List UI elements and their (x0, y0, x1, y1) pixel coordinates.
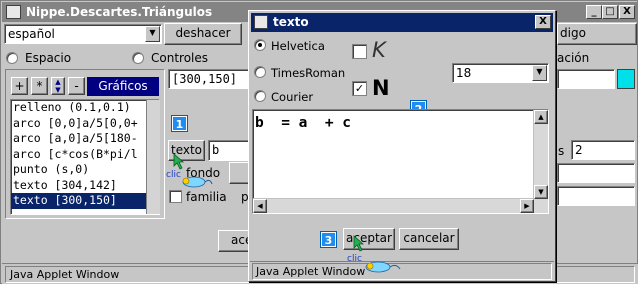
maximize-button[interactable]: □ (602, 5, 618, 19)
radio-courier[interactable] (254, 90, 266, 102)
list-item[interactable]: arco [a,0]a/5[180- (11, 131, 159, 147)
scroll-left-icon[interactable]: ◀ (253, 199, 267, 213)
color-swatch[interactable] (617, 69, 635, 89)
main-status-text: Java Applet Window (10, 268, 120, 281)
close-button[interactable]: X (619, 5, 635, 19)
familia-label: familia (186, 190, 227, 204)
dialog-coffee-icon (254, 15, 268, 29)
editor-hscrollbar[interactable]: ◀ ▶ (253, 198, 534, 213)
add-item-button[interactable]: + (11, 77, 28, 95)
right-label-partial: ación (557, 51, 590, 65)
radio-helvetica[interactable] (254, 39, 266, 51)
list-item-selected[interactable]: texto [300,150] (11, 193, 159, 209)
dialog-title: texto (273, 15, 309, 29)
click-caption: clic (347, 254, 362, 264)
familia-checkbox[interactable] (169, 190, 182, 203)
list-item[interactable]: texto [304,142] (11, 178, 159, 194)
radio-espacio-label: Espacio (25, 51, 72, 65)
editor-vscrollbar[interactable]: ▲ ▼ (533, 110, 548, 213)
cancel-button[interactable]: cancelar (399, 228, 459, 250)
bold-glyph: N (372, 76, 390, 100)
graphics-list[interactable]: relleno (0.1,0.1) arco [0,0]a/5[0,0+ arc… (10, 99, 160, 215)
right-field-3[interactable] (557, 186, 635, 206)
right-field-2[interactable] (557, 163, 635, 183)
undo-button[interactable]: deshacer (164, 23, 242, 45)
s-field[interactable]: 2 (571, 140, 635, 160)
main-window-title: Nippe.Descartes.Triángulos (26, 5, 213, 19)
font-timesroman-label: TimesRoman (271, 66, 346, 80)
minimize-button[interactable]: _ (586, 5, 602, 19)
coord-field[interactable]: [300,150] (168, 69, 250, 89)
remove-item-button[interactable]: - (68, 77, 85, 95)
chevron-down-icon[interactable]: ▼ (145, 26, 160, 42)
dialog-titlebar[interactable]: texto X (251, 13, 553, 32)
chevron-down-icon[interactable]: ▼ (532, 65, 547, 81)
s-label: s (558, 144, 565, 158)
font-size-value: 18 (456, 66, 472, 80)
text-editor-content: b = a + c (255, 115, 352, 131)
bold-checkbox[interactable]: ✓ (352, 81, 367, 96)
right-coord-field[interactable] (557, 69, 615, 89)
italic-checkbox[interactable] (352, 44, 367, 59)
mouse-click-icon: clic (166, 152, 214, 190)
italic-glyph: K (372, 38, 386, 62)
font-courier-label: Courier (271, 90, 314, 104)
dialog-close-button[interactable]: X (535, 15, 551, 29)
mouse-click-icon: clic (346, 234, 406, 274)
scroll-down-icon[interactable]: ▼ (534, 185, 548, 199)
step-badge-1: 1 (171, 115, 188, 132)
list-scrollbar[interactable] (146, 100, 160, 214)
list-item[interactable]: arco [c*cos(B*pi/l (11, 147, 159, 163)
language-select-value: español (8, 27, 55, 41)
font-size-select[interactable]: 18 ▼ (452, 63, 549, 83)
tab-graficos[interactable]: Gráficos (87, 77, 159, 96)
radio-controles-label: Controles (151, 51, 209, 65)
list-item[interactable]: relleno (0.1,0.1) (11, 100, 159, 116)
scroll-up-icon[interactable]: ▲ (534, 110, 548, 124)
radio-espacio[interactable] (6, 52, 18, 64)
list-item[interactable]: arco [0,0]a/5[0,0+ (11, 116, 159, 132)
text-editor[interactable]: b = a + c ▲ ▼ ◀ ▶ (252, 109, 549, 214)
texto-field[interactable]: b (208, 140, 250, 161)
step-badge-3: 3 (320, 231, 337, 248)
radio-controles[interactable] (132, 52, 144, 64)
font-helvetica-label: Helvetica (271, 39, 325, 53)
duplicate-item-button[interactable]: * (31, 77, 48, 95)
app-coffee-icon (6, 5, 21, 19)
language-select[interactable]: español ▼ (4, 24, 162, 44)
radio-timesroman[interactable] (254, 66, 266, 78)
move-updown-icon[interactable]: ▲ ▼ (51, 77, 65, 95)
code-button[interactable]: digo (557, 23, 637, 45)
click-caption: clic (166, 170, 181, 180)
scroll-right-icon[interactable]: ▶ (520, 199, 534, 213)
list-item[interactable]: punto (s,0) (11, 162, 159, 178)
